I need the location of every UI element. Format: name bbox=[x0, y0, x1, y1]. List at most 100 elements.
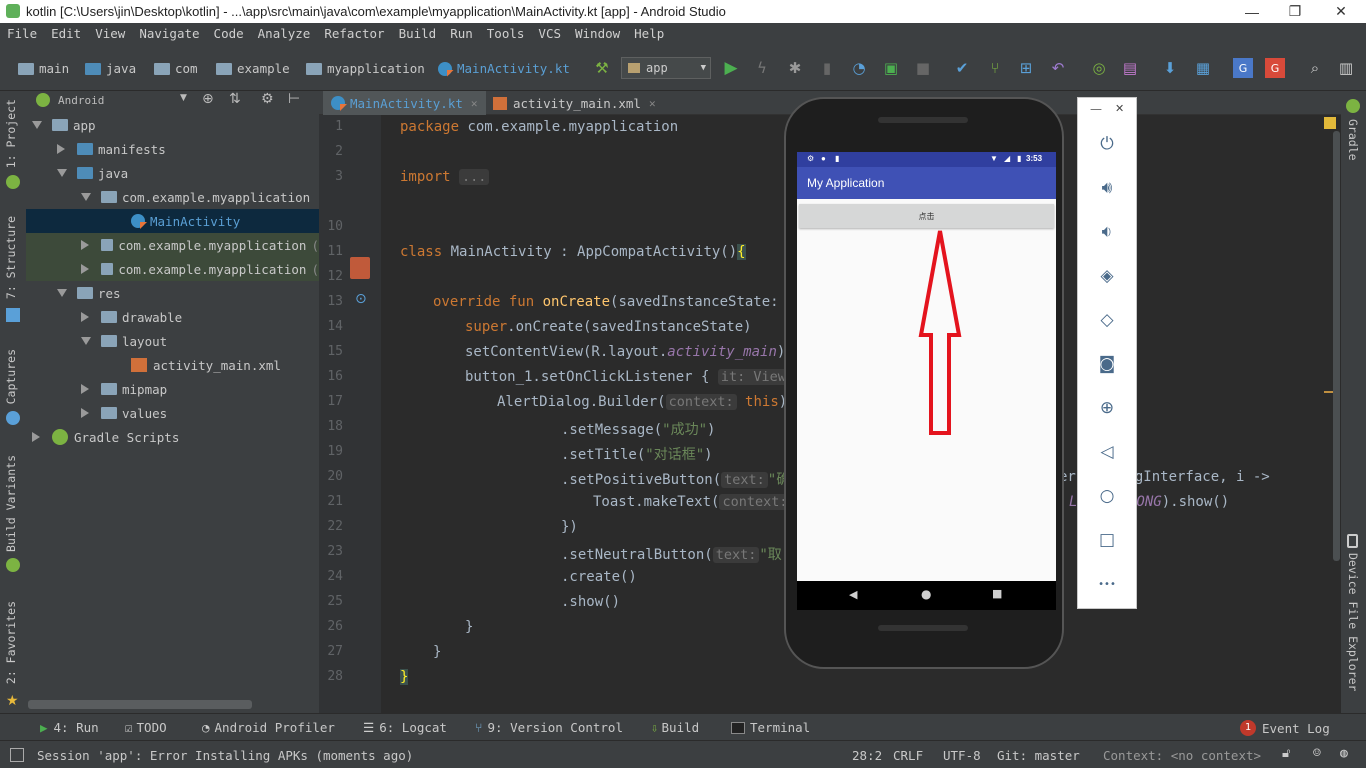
stop-icon[interactable]: ■ bbox=[913, 58, 933, 78]
collapse-icon[interactable]: ⇅ bbox=[229, 91, 241, 107]
home-icon[interactable]: ● bbox=[921, 587, 931, 601]
panel-close-button[interactable]: ✕ bbox=[1115, 102, 1124, 115]
line-separator[interactable]: CRLF bbox=[893, 748, 923, 763]
revert-icon[interactable]: ↶ bbox=[1048, 58, 1068, 78]
breadcrumb-example[interactable]: example bbox=[216, 61, 290, 76]
project-view-select[interactable]: Android bbox=[58, 94, 104, 107]
rotate-left-icon[interactable]: ◈ bbox=[1095, 264, 1119, 288]
tree-item-mipmap[interactable]: mipmap bbox=[26, 377, 319, 401]
attach-debugger-icon[interactable]: ▮ bbox=[817, 58, 837, 78]
click-button[interactable]: 点击 bbox=[799, 204, 1054, 228]
tool-profiler[interactable]: ◔ Android Profiler bbox=[202, 720, 335, 735]
horizontal-scrollbar[interactable] bbox=[28, 700, 252, 709]
event-icon[interactable]: ◍ bbox=[1340, 746, 1348, 761]
recents-icon[interactable]: ■ bbox=[992, 587, 1002, 600]
tool-run[interactable]: ▶ 4: Run bbox=[40, 720, 99, 735]
cursor-position[interactable]: 28:2 bbox=[852, 748, 882, 763]
menu-navigate[interactable]: Navigate bbox=[139, 26, 199, 41]
breadcrumb-mainactivity[interactable]: MainActivity.kt bbox=[438, 61, 570, 76]
tree-item-app[interactable]: app bbox=[26, 113, 319, 137]
menu-analyze[interactable]: Analyze bbox=[258, 26, 311, 41]
tab-structure[interactable]: 7: Structure bbox=[4, 216, 18, 299]
inspection-status-icon[interactable] bbox=[1324, 117, 1336, 129]
breadcrumb-java[interactable]: java bbox=[85, 61, 136, 76]
menu-build[interactable]: Build bbox=[399, 26, 437, 41]
translate-icon[interactable]: G bbox=[1233, 58, 1253, 78]
close-tab-icon[interactable]: ✕ bbox=[471, 97, 478, 110]
menu-run[interactable]: Run bbox=[450, 26, 473, 41]
hammer-icon[interactable]: ⚒ bbox=[592, 58, 612, 78]
back-icon[interactable]: ◁ bbox=[1095, 440, 1119, 464]
close-tab-icon[interactable]: ✕ bbox=[649, 97, 656, 110]
tool-todo[interactable]: ☑ TODO bbox=[125, 720, 167, 735]
rotate-right-icon[interactable]: ◇ bbox=[1095, 308, 1119, 332]
tree-item-package-androidtest[interactable]: com.example.myapplication( bbox=[26, 233, 319, 257]
run-test-icon[interactable]: ▣ bbox=[881, 58, 901, 78]
power-icon[interactable]: ⏻ bbox=[1095, 132, 1119, 156]
translate-alt-icon[interactable]: G bbox=[1265, 58, 1285, 78]
layout-gutter-icon[interactable] bbox=[350, 257, 370, 279]
back-icon[interactable]: ◀ bbox=[849, 588, 857, 601]
status-toggle-icon[interactable] bbox=[10, 748, 24, 762]
status-message[interactable]: Session 'app': Error Installing APKs (mo… bbox=[37, 748, 413, 763]
tree-item-layout[interactable]: layout bbox=[26, 329, 319, 353]
git-branch[interactable]: Git: master bbox=[997, 748, 1080, 763]
gradle-sync-icon[interactable]: ◎ bbox=[1089, 58, 1109, 78]
project-structure-icon[interactable]: ▦ bbox=[1193, 58, 1213, 78]
breadcrumb-main[interactable]: main bbox=[18, 61, 69, 76]
menu-vcs[interactable]: VCS bbox=[538, 26, 561, 41]
breadcrumb-com[interactable]: com bbox=[154, 61, 198, 76]
tool-logcat[interactable]: ☰ 6: Logcat bbox=[363, 720, 447, 735]
tree-item-gradle-scripts[interactable]: Gradle Scripts bbox=[26, 425, 319, 449]
maximize-button[interactable]: ❐ bbox=[1272, 0, 1318, 23]
tab-favorites[interactable]: 2: Favorites bbox=[4, 601, 18, 684]
close-button[interactable]: ✕ bbox=[1318, 0, 1364, 23]
tab-build-variants[interactable]: Build Variants bbox=[4, 455, 18, 552]
tool-version-control[interactable]: ⑂ 9: Version Control bbox=[475, 720, 623, 735]
zoom-icon[interactable]: ⊕ bbox=[1095, 396, 1119, 420]
menu-tools[interactable]: Tools bbox=[487, 26, 525, 41]
vcs-commit-icon[interactable]: ⊞ bbox=[1016, 58, 1036, 78]
tab-project[interactable]: 1: Project bbox=[4, 99, 18, 168]
tab-mainactivity-kt[interactable]: MainActivity.kt ✕ bbox=[323, 91, 486, 115]
search-icon[interactable]: ⌕ bbox=[1305, 58, 1325, 78]
device-screen[interactable]: ⚙ ● ▮ ▼ ◢ ▮ 3:53 My Application 点击 ◀ ● ■ bbox=[797, 152, 1056, 610]
menu-file[interactable]: File bbox=[7, 26, 37, 41]
locate-icon[interactable]: ⊕ bbox=[202, 91, 214, 107]
lock-icon[interactable]: 🔓︎ bbox=[1282, 746, 1290, 761]
overview-icon[interactable]: □ bbox=[1095, 528, 1119, 552]
tab-device-file-explorer[interactable]: Device File Explorer bbox=[1346, 553, 1360, 691]
apply-changes-icon[interactable]: ϟ bbox=[752, 58, 772, 78]
file-encoding[interactable]: UTF-8 bbox=[943, 748, 981, 763]
volume-up-icon[interactable]: 🔊︎ bbox=[1095, 176, 1119, 200]
chevron-down-icon[interactable]: ▼ bbox=[180, 93, 187, 103]
tree-item-manifests[interactable]: manifests bbox=[26, 137, 319, 161]
layout-icon[interactable]: ▥ bbox=[1336, 58, 1356, 78]
tree-item-mainactivity[interactable]: MainActivity bbox=[26, 209, 319, 233]
override-gutter-icon[interactable]: ⊙ bbox=[355, 291, 367, 307]
hide-icon[interactable]: ⊢ bbox=[288, 91, 300, 107]
vcs-update-icon[interactable]: ⑂ bbox=[985, 58, 1005, 78]
tool-terminal[interactable]: Terminal bbox=[731, 720, 810, 735]
volume-down-icon[interactable]: 🔉︎ bbox=[1095, 220, 1119, 244]
tree-item-activity-main[interactable]: activity_main.xml bbox=[26, 353, 319, 377]
tree-item-values[interactable]: values bbox=[26, 401, 319, 425]
tree-item-java[interactable]: java bbox=[26, 161, 319, 185]
panel-minimize-button[interactable]: — bbox=[1090, 102, 1102, 116]
tree-item-drawable[interactable]: drawable bbox=[26, 305, 319, 329]
vertical-scrollbar[interactable] bbox=[1333, 131, 1340, 561]
run-config-select[interactable]: app ▼ bbox=[621, 57, 711, 79]
inspector-icon[interactable]: ☺ bbox=[1313, 746, 1321, 761]
tab-captures[interactable]: Captures bbox=[4, 349, 18, 404]
profile-icon[interactable]: ◔ bbox=[849, 58, 869, 78]
debug-icon[interactable]: ✱ bbox=[785, 58, 805, 78]
menu-window[interactable]: Window bbox=[575, 26, 620, 41]
tab-gradle[interactable]: Gradle bbox=[1346, 119, 1360, 161]
sync-gradle-icon[interactable]: ✔ bbox=[952, 58, 972, 78]
run-icon[interactable]: ▶ bbox=[721, 58, 741, 78]
tree-item-package[interactable]: com.example.myapplication bbox=[26, 185, 319, 209]
tab-activity-main-xml[interactable]: activity_main.xml ✕ bbox=[485, 91, 664, 115]
home-icon[interactable]: ○ bbox=[1095, 484, 1119, 508]
menu-help[interactable]: Help bbox=[634, 26, 664, 41]
tree-item-res[interactable]: res bbox=[26, 281, 319, 305]
